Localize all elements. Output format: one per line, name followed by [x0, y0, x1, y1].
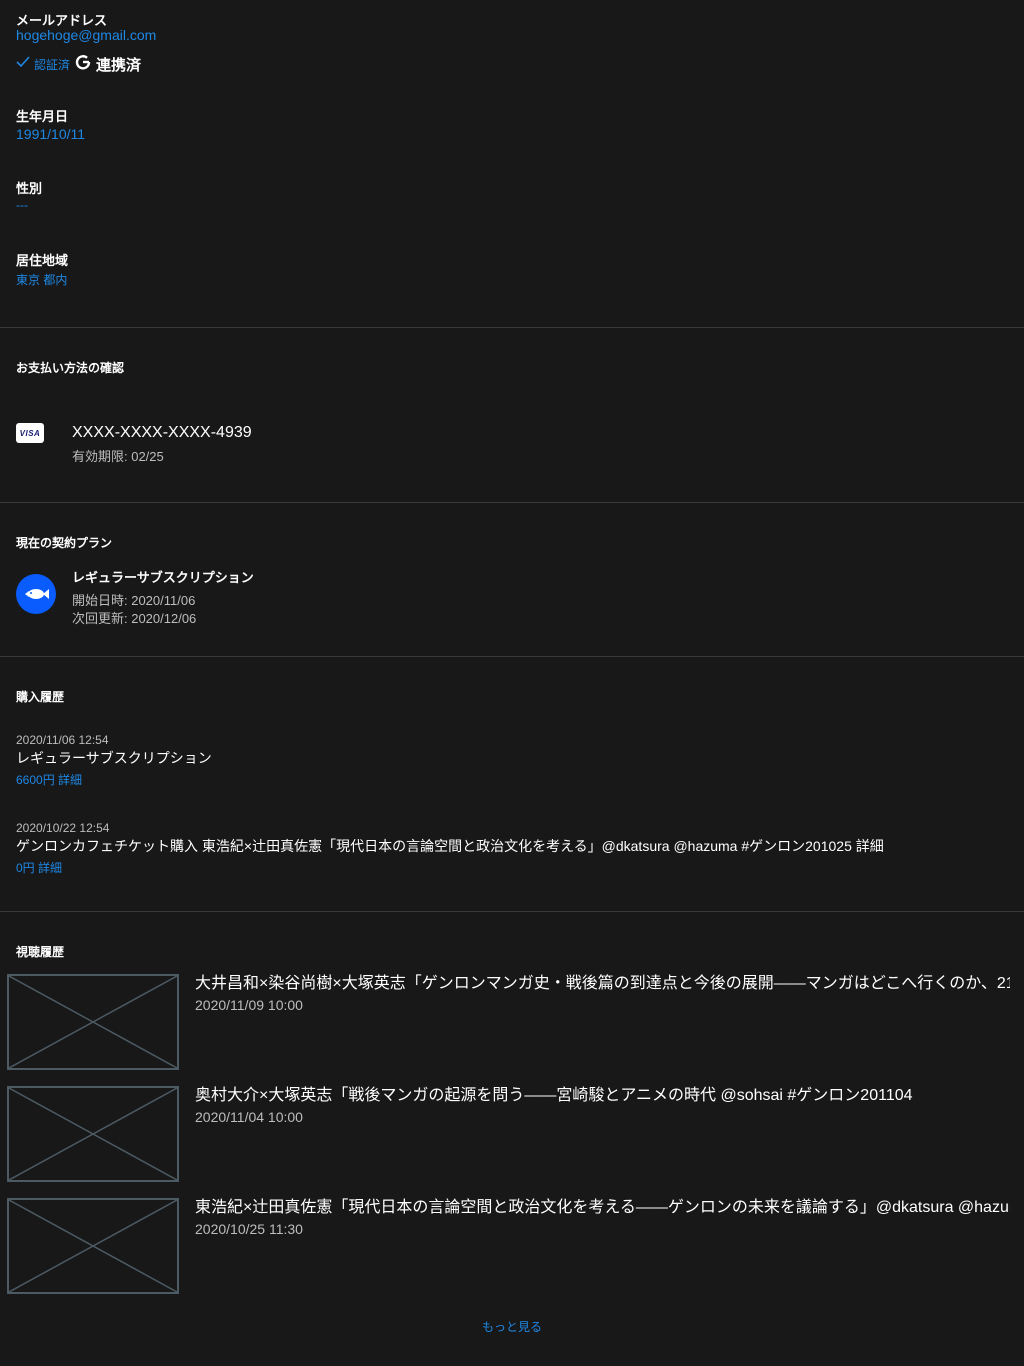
history-item: 2020/10/22 12:54 ゲンロンカフェチケット購入 東浩紀×辻田真佐憲… — [16, 821, 1006, 876]
history-detail-link[interactable]: 6600円 詳細 — [16, 771, 212, 788]
archive-item[interactable]: 大井昌和×染谷尚樹×大塚英志「ゲンロンマンガ史・戦後篇の到達点と今後の展開——マ… — [7, 974, 1017, 1071]
divider — [0, 327, 1024, 328]
fish-icon — [16, 574, 56, 614]
history-title: ゲンロンカフェチケット購入 東浩紀×辻田真佐憲「現代日本の言論空間と政治文化を考… — [16, 838, 884, 854]
birthday-value[interactable]: 1991/10/11 — [16, 126, 85, 142]
area-value[interactable]: 東京 都内 — [16, 271, 67, 288]
payment-section-label: お支払い方法の確認 — [16, 361, 125, 375]
gender-value[interactable]: --- — [16, 198, 28, 212]
divider — [0, 502, 1024, 503]
email-value[interactable]: hogehoge@gmail.com — [16, 27, 156, 43]
google-label: 連携済 — [96, 57, 142, 74]
archive-item[interactable]: 東浩紀×辻田真佐憲「現代日本の言論空間と政治文化を考える——ゲンロンの未来を議論… — [7, 1198, 1017, 1295]
visa-icon: VISA — [16, 423, 44, 443]
google-link-status[interactable]: 連携済 — [74, 53, 141, 76]
verified-status: 認証済 — [16, 55, 70, 73]
birthday-label: 生年月日 — [16, 109, 69, 124]
more-button[interactable]: もっと見る — [0, 1318, 1024, 1335]
plan-next: 次回更新: 2020/12/06 — [72, 611, 197, 626]
divider — [0, 656, 1024, 657]
history-date: 2020/11/06 12:54 — [16, 733, 109, 747]
history-item: 2020/11/06 12:54 レギュラーサブスクリプション 6600円 詳細 — [16, 733, 212, 788]
divider — [0, 911, 1024, 912]
archive-title: 奥村大介×大塚英志「戦後マンガの起源を問う——宮崎駿とアニメの時代 @sohsa… — [195, 1087, 913, 1104]
archive-title: 大井昌和×染谷尚樹×大塚英志「ゲンロンマンガ史・戦後篇の到達点と今後の展開——マ… — [195, 975, 1010, 992]
history-title: レギュラーサブスクリプション — [16, 750, 212, 766]
archive-date: 2020/10/25 11:30 — [195, 1221, 303, 1237]
plan-section-label: 現在の契約プラン — [16, 536, 113, 550]
history-detail-link[interactable]: 0円 詳細 — [16, 859, 1006, 876]
thumbnail-placeholder-icon — [7, 1198, 179, 1294]
check-icon — [16, 55, 30, 73]
plan-start: 開始日時: 2020/11/06 — [72, 593, 196, 608]
card-number[interactable]: XXXX-XXXX-XXXX-4939 — [72, 424, 252, 442]
history-section-label: 購入履歴 — [16, 690, 65, 704]
archive-date: 2020/11/09 10:00 — [195, 997, 303, 1013]
history-date: 2020/10/22 12:54 — [16, 821, 110, 835]
thumbnail-placeholder-icon — [7, 974, 179, 1070]
archive-section-label: 視聴履歴 — [16, 945, 65, 959]
archive-date: 2020/11/04 10:00 — [195, 1109, 303, 1125]
card-expiry: 有効期限: 02/25 — [72, 449, 164, 464]
gender-label: 性別 — [16, 181, 43, 196]
archive-title: 東浩紀×辻田真佐憲「現代日本の言論空間と政治文化を考える——ゲンロンの未来を議論… — [195, 1199, 1010, 1216]
plan-name[interactable]: レギュラーサブスクリプション — [72, 567, 254, 586]
google-icon — [74, 53, 92, 76]
verified-label: 認証済 — [34, 57, 71, 72]
thumbnail-placeholder-icon — [7, 1086, 179, 1182]
archive-item[interactable]: 奥村大介×大塚英志「戦後マンガの起源を問う——宮崎駿とアニメの時代 @sohsa… — [7, 1086, 1017, 1183]
area-label: 居住地域 — [16, 253, 69, 268]
